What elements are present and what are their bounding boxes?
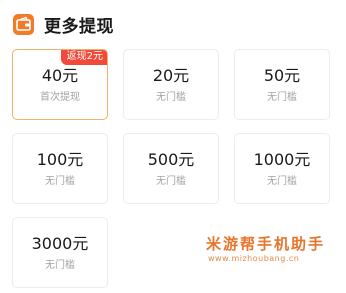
amount-condition: 无门槛 bbox=[45, 259, 75, 271]
amount-label: 1000元 bbox=[253, 149, 311, 169]
amount-condition: 无门槛 bbox=[156, 175, 186, 187]
watermark-title: 米游帮手机助手 bbox=[206, 235, 326, 253]
amount-condition: 无门槛 bbox=[156, 91, 186, 103]
cashback-badge: 返现2元 bbox=[60, 50, 107, 65]
amount-label: 50元 bbox=[263, 65, 301, 85]
amount-condition: 无门槛 bbox=[267, 91, 297, 103]
amount-label: 40元 bbox=[41, 65, 79, 85]
amount-option-20[interactable]: 20元 无门槛 bbox=[123, 49, 219, 120]
section-title: 更多提现 bbox=[44, 16, 114, 37]
amount-label: 500元 bbox=[147, 149, 195, 169]
amount-option-3000[interactable]: 3000元 无门槛 bbox=[12, 217, 108, 288]
amount-option-50[interactable]: 50元 无门槛 bbox=[234, 49, 330, 120]
amount-condition: 无门槛 bbox=[267, 175, 297, 187]
amount-option-40[interactable]: 返现2元 40元 首次提现 bbox=[12, 49, 108, 120]
amount-label: 20元 bbox=[152, 65, 190, 85]
amount-condition: 首次提现 bbox=[40, 91, 80, 103]
section-header: 更多提现 bbox=[13, 12, 114, 37]
amount-label: 100元 bbox=[36, 149, 84, 169]
amount-option-1000[interactable]: 1000元 无门槛 bbox=[234, 133, 330, 204]
amount-label: 3000元 bbox=[31, 233, 89, 253]
watermark: 米游帮手机助手 www.mizhoubang.cn bbox=[206, 234, 346, 264]
amount-option-500[interactable]: 500元 无门槛 bbox=[123, 133, 219, 204]
amount-condition: 无门槛 bbox=[45, 175, 75, 187]
withdraw-page: 更多提现 返现2元 40元 首次提现 20元 无门槛 50元 无门槛 100元 … bbox=[0, 0, 346, 293]
watermark-url: www.mizhoubang.cn bbox=[208, 254, 300, 263]
wallet-icon bbox=[13, 13, 34, 35]
amount-option-100[interactable]: 100元 无门槛 bbox=[12, 133, 108, 204]
